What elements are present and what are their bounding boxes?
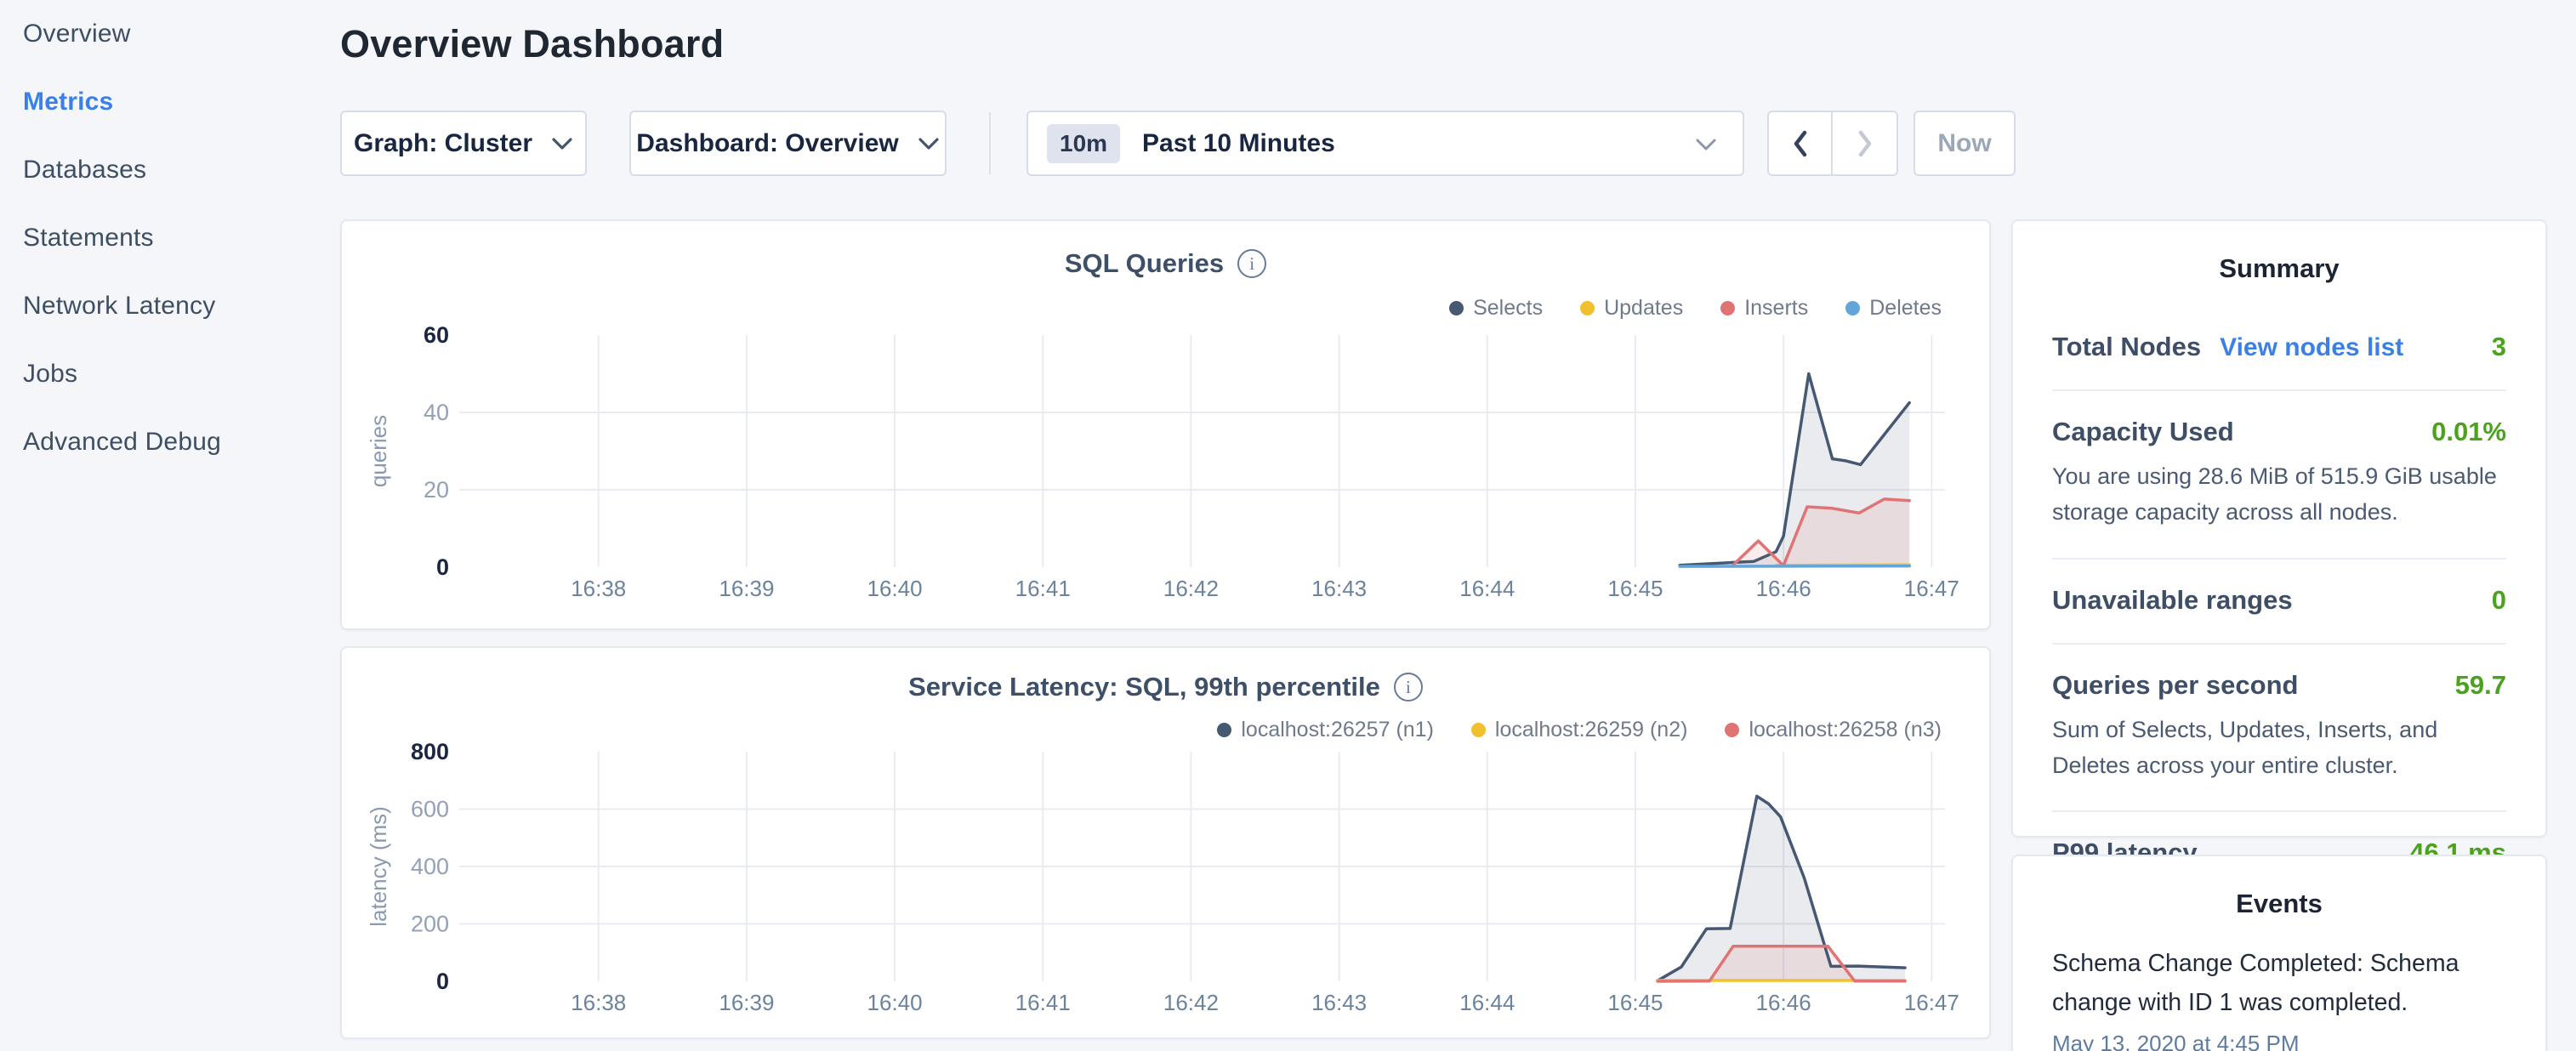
summary-row-value: 0: [2492, 585, 2506, 616]
svg-text:16:45: 16:45: [1607, 576, 1663, 601]
summary-row: Queries per second 59.7 Sum of Selects, Up…: [2052, 643, 2506, 811]
svg-text:16:44: 16:44: [1459, 990, 1515, 1015]
time-range-dropdown[interactable]: 10m Past 10 Minutes: [1026, 111, 1744, 176]
now-button-label: Now: [1937, 129, 1991, 158]
svg-text:16:47: 16:47: [1904, 990, 1959, 1015]
graph-dropdown-label: Graph: Cluster: [354, 129, 532, 158]
svg-text:16:45: 16:45: [1607, 990, 1663, 1015]
svg-text:600: 600: [411, 797, 449, 822]
events-heading: Events: [2013, 889, 2545, 919]
chevron-down-icon: [918, 137, 940, 151]
summary-row-label: Capacity Used: [2052, 417, 2234, 447]
svg-text:40: 40: [424, 400, 449, 425]
svg-text:16:43: 16:43: [1311, 576, 1367, 601]
view-nodes-list-link[interactable]: View nodes list: [2220, 333, 2403, 362]
svg-text:16:46: 16:46: [1756, 576, 1811, 601]
summary-row: Total Nodes View nodes list 3: [2052, 306, 2506, 389]
prev-time-button[interactable]: [1769, 112, 1833, 174]
chevron-down-icon: [551, 137, 573, 151]
summary-row-head: Capacity Used 0.01%: [2052, 417, 2506, 447]
svg-text:16:39: 16:39: [719, 990, 774, 1015]
svg-text:16:47: 16:47: [1904, 576, 1959, 601]
svg-text:16:40: 16:40: [867, 576, 923, 601]
dashboard-dropdown-label: Dashboard: Overview: [636, 129, 898, 158]
svg-text:0: 0: [436, 969, 449, 994]
graph-dropdown[interactable]: Graph: Cluster: [340, 111, 587, 176]
divider: [989, 112, 991, 174]
sidebar-item-databases[interactable]: Databases: [0, 136, 340, 204]
summary-row: Unavailable ranges 0: [2052, 558, 2506, 643]
chevron-right-icon: [1857, 130, 1874, 157]
page-title: Overview Dashboard: [340, 22, 724, 66]
summary-row-value: 59.7: [2455, 670, 2506, 701]
sidebar-item-overview[interactable]: Overview: [0, 0, 340, 68]
summary-panel: Summary Total Nodes View nodes list 3 Capac…: [2011, 219, 2547, 838]
svg-text:queries: queries: [366, 415, 391, 487]
svg-text:0: 0: [436, 554, 449, 580]
svg-text:200: 200: [411, 912, 449, 937]
summary-row-label: Unavailable ranges: [2052, 585, 2293, 616]
summary-row-description: You are using 28.6 MiB of 515.9 GiB usab…: [2052, 459, 2506, 531]
svg-text:16:42: 16:42: [1163, 990, 1219, 1015]
sidebar: OverviewMetricsDatabasesStatementsNetwor…: [0, 0, 340, 1051]
svg-text:16:39: 16:39: [719, 576, 774, 601]
event-item[interactable]: Schema Change Completed: Schema change w…: [2052, 945, 2506, 1051]
svg-text:16:38: 16:38: [571, 990, 626, 1015]
svg-text:16:40: 16:40: [867, 990, 923, 1015]
svg-text:latency (ms): latency (ms): [366, 806, 391, 927]
sidebar-item-jobs[interactable]: Jobs: [0, 340, 340, 408]
svg-text:16:43: 16:43: [1311, 990, 1367, 1015]
svg-text:16:46: 16:46: [1756, 990, 1811, 1015]
sidebar-item-metrics[interactable]: Metrics: [0, 68, 340, 136]
time-range-label: Past 10 Minutes: [1142, 129, 1695, 158]
svg-text:16:38: 16:38: [571, 576, 626, 601]
dashboard-dropdown[interactable]: Dashboard: Overview: [629, 111, 947, 176]
summary-row-description: Sum of Selects, Updates, Inserts, and De…: [2052, 713, 2506, 784]
sql-queries-chart[interactable]: 0 20 40 60 16:38 16:39 16:40 16:41 16:42 16:43 16:…: [342, 221, 1993, 632]
summary-row-head: Queries per second 59.7: [2052, 670, 2506, 701]
service-latency-chart-card: Service Latency: SQL, 99th percentile i …: [340, 646, 1991, 1039]
summary-heading: Summary: [2013, 253, 2545, 284]
summary-row-label: Total Nodes: [2052, 332, 2201, 362]
next-time-button[interactable]: [1833, 112, 1896, 174]
chevron-down-icon: [1695, 129, 1717, 158]
summary-row-head: Total Nodes View nodes list 3: [2052, 332, 2506, 362]
svg-text:16:42: 16:42: [1163, 576, 1219, 601]
sql-queries-chart-card: SQL Queries i SelectsUpdatesInsertsDelet…: [340, 219, 1991, 630]
summary-row-value: 3: [2492, 332, 2506, 362]
event-text: Schema Change Completed: Schema change w…: [2052, 945, 2506, 1022]
service-latency-chart[interactable]: 0 200 400 600 800 16:38 16:39 16:40 16:41 16:42 16…: [342, 648, 1993, 1041]
svg-text:60: 60: [424, 322, 449, 348]
summary-row: Capacity Used 0.01% You are using 28.6 MiB…: [2052, 389, 2506, 558]
svg-text:20: 20: [424, 477, 449, 503]
svg-text:800: 800: [411, 739, 449, 764]
chevron-left-icon: [1792, 130, 1809, 157]
time-range-badge: 10m: [1047, 124, 1120, 163]
svg-text:400: 400: [411, 854, 449, 879]
summary-row-label: Queries per second: [2052, 670, 2298, 701]
sidebar-item-statements[interactable]: Statements: [0, 204, 340, 272]
now-button[interactable]: Now: [1914, 111, 2016, 176]
event-timestamp: May 13, 2020 at 4:45 PM: [2052, 1031, 2506, 1051]
time-step-group: [1767, 111, 1898, 176]
svg-text:16:41: 16:41: [1015, 576, 1071, 601]
svg-text:16:44: 16:44: [1459, 576, 1515, 601]
controls-bar: Graph: Cluster Dashboard: Overview 10m P…: [340, 111, 2041, 176]
sidebar-item-advanced-debug[interactable]: Advanced Debug: [0, 408, 340, 476]
summary-row-head: Unavailable ranges 0: [2052, 585, 2506, 616]
summary-row-value: 0.01%: [2431, 417, 2506, 447]
svg-text:16:41: 16:41: [1015, 990, 1071, 1015]
sidebar-item-network-latency[interactable]: Network Latency: [0, 272, 340, 340]
events-panel: Events Schema Change Completed: Schema c…: [2011, 855, 2547, 1051]
